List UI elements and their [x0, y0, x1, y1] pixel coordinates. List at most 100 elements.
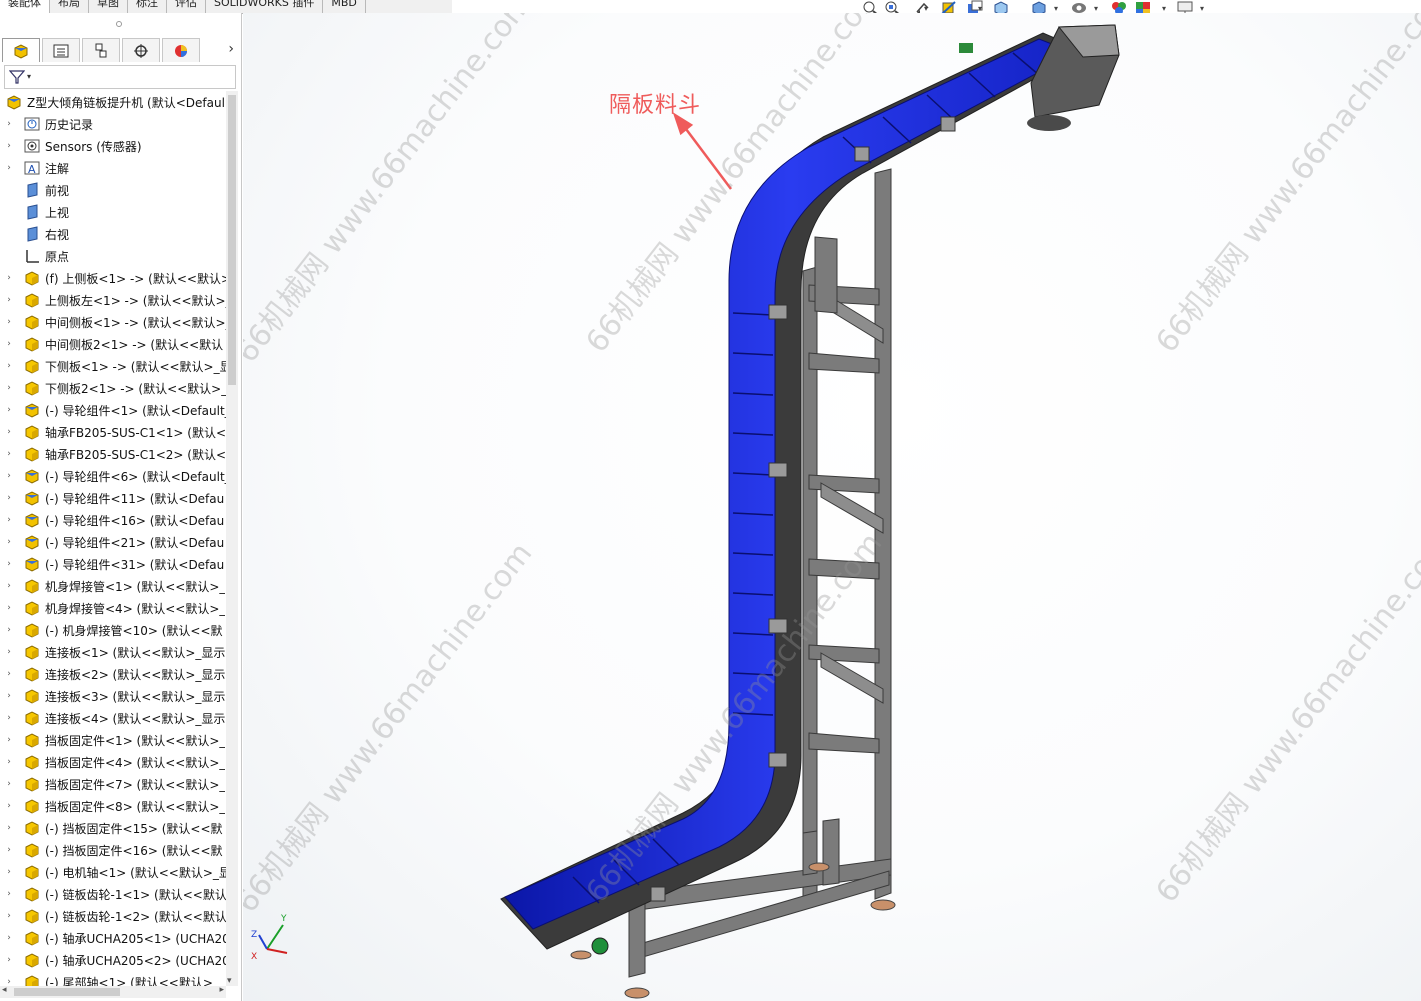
tree-item[interactable]: › Sensors (传感器)	[0, 135, 226, 157]
expand-arrow-icon[interactable]: ›	[4, 911, 14, 921]
expand-arrow-icon[interactable]: ›	[4, 141, 14, 151]
tree-item[interactable]: › (-) 导轮组件<16> (默认<Defau	[0, 509, 226, 531]
graphics-area[interactable]: 隔板料斗 66机械网 www.66machine.com 66机械网 www.66…	[243, 13, 1421, 1001]
expand-arrow-icon[interactable]: ›	[4, 713, 14, 723]
tree-item[interactable]: › 挡板固定件<8> (默认<<默认>_	[0, 795, 226, 817]
tree-item[interactable]: › 连接板<2> (默认<<默认>_显示	[0, 663, 226, 685]
expand-arrow-icon[interactable]: ›	[4, 801, 14, 811]
display-manager-tab-icon[interactable]	[162, 38, 200, 62]
tree-item[interactable]: › 下侧板<1> -> (默认<<默认>_显	[0, 355, 226, 377]
tree-item[interactable]: › (-) 链板齿轮-1<1> (默认<<默认	[0, 883, 226, 905]
feature-filter[interactable]: ▾	[4, 65, 236, 89]
tree-item[interactable]: › (-) 挡板固定件<16> (默认<<默	[0, 839, 226, 861]
tree-item[interactable]: › (-) 导轮组件<21> (默认<Defau	[0, 531, 226, 553]
dropdown-caret-icon[interactable]: ▾	[978, 4, 982, 13]
expand-arrow-icon[interactable]: ›	[4, 405, 14, 415]
tree-item[interactable]: › 历史记录	[0, 113, 226, 135]
expand-arrow-icon[interactable]: ›	[4, 625, 14, 635]
expand-arrow-icon[interactable]: ›	[4, 757, 14, 767]
tree-item[interactable]: › 连接板<3> (默认<<默认>_显示	[0, 685, 226, 707]
configurationmanager-tab-icon[interactable]	[82, 38, 120, 62]
expand-arrow-icon[interactable]: ›	[4, 735, 14, 745]
tree-item[interactable]: › 中间侧板<1> -> (默认<<默认>_	[0, 311, 226, 333]
expand-arrow-icon[interactable]: ›	[4, 581, 14, 591]
dropdown-caret-icon[interactable]: ▾	[1200, 4, 1204, 13]
tree-item[interactable]: 原点	[0, 245, 226, 267]
panel-splitter[interactable]	[242, 490, 248, 504]
tree-item[interactable]: › 挡板固定件<1> (默认<<默认>_	[0, 729, 226, 751]
tree-root-assembly[interactable]: Z型大倾角链板提升机 (默认<Defaul	[0, 91, 226, 113]
expand-arrow-icon[interactable]: ›	[4, 515, 14, 525]
expand-arrow-icon[interactable]: ›	[4, 427, 14, 437]
dropdown-caret-icon[interactable]: ▾	[1054, 4, 1058, 13]
tree-item[interactable]: › 轴承FB205-SUS-C1<1> (默认<	[0, 421, 226, 443]
expand-arrow-icon[interactable]: ›	[4, 537, 14, 547]
featuremanager-tab-icon[interactable]	[2, 38, 40, 62]
tree-item[interactable]: › (-) 链板齿轮-1<2> (默认<<默认	[0, 905, 226, 927]
expand-arrow-icon[interactable]: ›	[4, 119, 14, 129]
tree-item[interactable]: › (-) 电机轴<1> (默认<<默认>_显	[0, 861, 226, 883]
expand-arrow-icon[interactable]: ›	[4, 669, 14, 679]
command-tab[interactable]: 布局	[50, 0, 89, 13]
dimxpert-tab-icon[interactable]	[122, 38, 160, 62]
expand-arrow-icon[interactable]: ›	[4, 647, 14, 657]
expand-arrow-icon[interactable]: ›	[4, 823, 14, 833]
expand-arrow-icon[interactable]: ›	[4, 383, 14, 393]
tree-item[interactable]: 前视	[0, 179, 226, 201]
expand-arrow-icon[interactable]: ›	[4, 471, 14, 481]
expand-arrow-icon[interactable]: ›	[4, 955, 14, 965]
propertymanager-tab-icon[interactable]	[42, 38, 80, 62]
panel-grip[interactable]	[0, 13, 240, 35]
command-tab[interactable]: 标注	[128, 0, 167, 13]
expand-arrow-icon[interactable]: ›	[4, 317, 14, 327]
expand-arrow-icon[interactable]: ›	[4, 845, 14, 855]
tree-item[interactable]: › (-) 轴承UCHA205<2> (UCHA20	[0, 949, 226, 971]
tree-item[interactable]: › (f) 上侧板<1> -> (默认<<默认>_	[0, 267, 226, 289]
command-tab[interactable]: 评估	[167, 0, 206, 13]
command-tab[interactable]: 草图	[89, 0, 128, 13]
expand-arrow-icon[interactable]: ›	[4, 361, 14, 371]
tree-item[interactable]: › 轴承FB205-SUS-C1<2> (默认<	[0, 443, 226, 465]
tree-vertical-scrollbar[interactable]: ▾	[226, 91, 238, 986]
tree-item[interactable]: › 机身焊接管<1> (默认<<默认>_	[0, 575, 226, 597]
tree-item[interactable]: › 机身焊接管<4> (默认<<默认>_	[0, 597, 226, 619]
expand-arrow-icon[interactable]: ›	[4, 163, 14, 173]
tree-item[interactable]: › 挡板固定件<4> (默认<<默认>_	[0, 751, 226, 773]
tree-item[interactable]: › (-) 尾部轴<1> (默认<<默认>_	[0, 971, 226, 986]
tree-item[interactable]: › (-) 导轮组件<11> (默认<Defau	[0, 487, 226, 509]
command-tab[interactable]: 装配体	[0, 0, 50, 13]
tabs-more-button[interactable]: ›	[228, 41, 234, 57]
tree-item[interactable]: › 挡板固定件<7> (默认<<默认>_	[0, 773, 226, 795]
dropdown-caret-icon[interactable]: ▾	[924, 4, 928, 13]
tree-horizontal-scrollbar[interactable]: ◂ ▸	[0, 985, 226, 998]
command-tab[interactable]: SOLIDWORKS 插件	[206, 0, 324, 13]
expand-arrow-icon[interactable]: ›	[4, 779, 14, 789]
expand-arrow-icon[interactable]: ›	[4, 867, 14, 877]
command-tab[interactable]: MBD	[323, 0, 366, 13]
dropdown-caret-icon[interactable]: ▾	[1162, 4, 1166, 13]
tree-item[interactable]: › (-) 轴承UCHA205<1> (UCHA20	[0, 927, 226, 949]
expand-arrow-icon[interactable]: ›	[4, 449, 14, 459]
tree-item[interactable]: 上视	[0, 201, 226, 223]
expand-arrow-icon[interactable]: ›	[4, 559, 14, 569]
tree-item[interactable]: › A 注解	[0, 157, 226, 179]
expand-arrow-icon[interactable]: ›	[4, 691, 14, 701]
dropdown-caret-icon[interactable]: ▾	[1094, 4, 1098, 13]
expand-arrow-icon[interactable]: ›	[4, 295, 14, 305]
expand-arrow-icon[interactable]: ›	[4, 273, 14, 283]
expand-arrow-icon[interactable]: ›	[4, 889, 14, 899]
tree-item[interactable]: › (-) 机身焊接管<10> (默认<<默	[0, 619, 226, 641]
expand-arrow-icon[interactable]: ›	[4, 339, 14, 349]
tree-item[interactable]: › (-) 导轮组件<6> (默认<Default_	[0, 465, 226, 487]
tree-item[interactable]: › (-) 挡板固定件<15> (默认<<默	[0, 817, 226, 839]
tree-item[interactable]: › 上侧板左<1> -> (默认<<默认>_	[0, 289, 226, 311]
tree-item[interactable]: 右视	[0, 223, 226, 245]
tree-item[interactable]: › 连接板<1> (默认<<默认>_显示	[0, 641, 226, 663]
expand-arrow-icon[interactable]: ›	[4, 493, 14, 503]
tree-item[interactable]: › 下侧板2<1> -> (默认<<默认>_	[0, 377, 226, 399]
tree-item[interactable]: › 连接板<4> (默认<<默认>_显示	[0, 707, 226, 729]
tree-item[interactable]: › 中间侧板2<1> -> (默认<<默认	[0, 333, 226, 355]
tree-item[interactable]: › (-) 导轮组件<1> (默认<Default_	[0, 399, 226, 421]
tree-item[interactable]: › (-) 导轮组件<31> (默认<Defau	[0, 553, 226, 575]
expand-arrow-icon[interactable]: ›	[4, 603, 14, 613]
